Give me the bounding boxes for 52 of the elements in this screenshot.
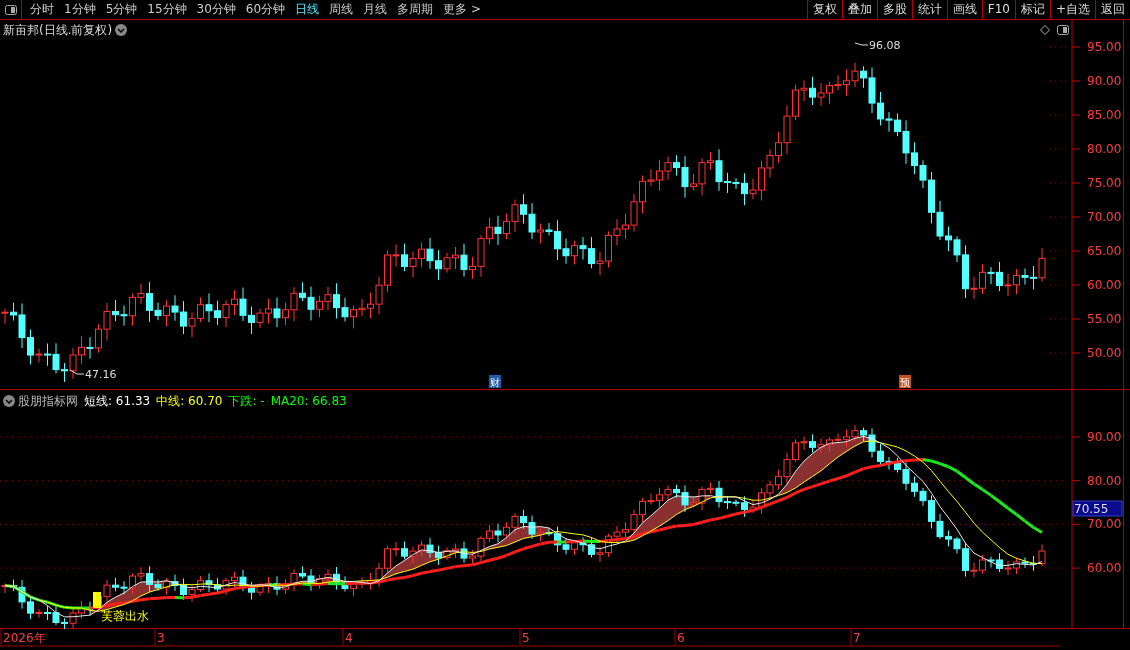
date-axis-label: 6	[677, 631, 685, 645]
period-tab[interactable]: 更多 >	[438, 0, 486, 19]
indicator-legend-value: 下跌: -	[228, 393, 265, 410]
period-tab[interactable]: 日线	[290, 0, 325, 19]
date-axis-label: 2026年	[3, 631, 46, 645]
indicator-name: 股朋指标网	[18, 393, 78, 410]
price-axis-label: 60.00	[1087, 278, 1122, 292]
event-marker[interactable]: 财	[489, 375, 501, 388]
price-axis-label: 75.00	[1087, 176, 1122, 190]
toolbar-button[interactable]: 多股	[876, 0, 912, 19]
date-axis-label: 3	[157, 631, 165, 645]
price-axis-label: 70.00	[1087, 517, 1122, 532]
low-price-label: 47.16	[85, 368, 117, 381]
toolbar-button[interactable]: 叠加	[841, 0, 877, 19]
high-price-label: 96.08	[869, 39, 901, 52]
price-axis-label: 85.00	[1087, 108, 1122, 122]
period-tab[interactable]: 1分钟	[59, 0, 101, 19]
event-marker[interactable]: 预	[899, 375, 911, 388]
toolbar-button[interactable]: 统计	[911, 0, 947, 19]
current-value-tag: 70.55	[1072, 500, 1123, 517]
price-axis-label: 80.00	[1087, 473, 1122, 488]
date-axis-label: 7	[853, 631, 861, 645]
period-tab[interactable]: 60分钟	[240, 0, 291, 19]
period-tab[interactable]: 5分钟	[100, 0, 143, 19]
period-tab[interactable]: 多周期	[392, 0, 439, 19]
period-tab[interactable]: 分时	[25, 0, 59, 19]
price-axis-label: 95.00	[1087, 40, 1122, 54]
period-tab[interactable]: 30分钟	[191, 0, 241, 19]
toolbar-button[interactable]: 标记	[1014, 0, 1050, 19]
toolbar-button[interactable]: 画线	[946, 0, 982, 19]
price-axis-label: 55.00	[1087, 312, 1122, 326]
chart-title: 新亩邦(日线.前复权)	[3, 22, 113, 39]
indicator-legend-value: MA20: 66.83	[270, 393, 347, 410]
toolbar-button[interactable]: F10	[981, 0, 1015, 19]
signal-label: 芙蓉出水	[101, 609, 149, 623]
price-axis-label: 90.00	[1087, 430, 1122, 444]
price-axis-label: 60.00	[1087, 561, 1122, 576]
period-tab[interactable]: 月线	[358, 0, 393, 19]
price-axis-label: 70.00	[1087, 210, 1122, 224]
price-axis-label: 65.00	[1087, 244, 1122, 258]
toolbar-button[interactable]: +自选	[1049, 0, 1095, 19]
period-tab[interactable]: 周线	[324, 0, 359, 19]
indicator-legend-value: 短线: 61.33	[84, 393, 151, 410]
period-tab[interactable]: 15分钟	[142, 0, 192, 19]
date-axis-label: 5	[522, 631, 530, 645]
indicator-legend-value: 中线: 60.70	[156, 393, 223, 410]
price-axis-label: 80.00	[1087, 142, 1122, 156]
toolbar-button[interactable]: 返回	[1095, 0, 1130, 19]
date-axis-label: 4	[345, 631, 353, 645]
toolbar-button[interactable]: 复权	[806, 0, 842, 19]
price-axis-label: 50.00	[1087, 346, 1122, 360]
price-axis-label: 90.00	[1087, 74, 1122, 88]
